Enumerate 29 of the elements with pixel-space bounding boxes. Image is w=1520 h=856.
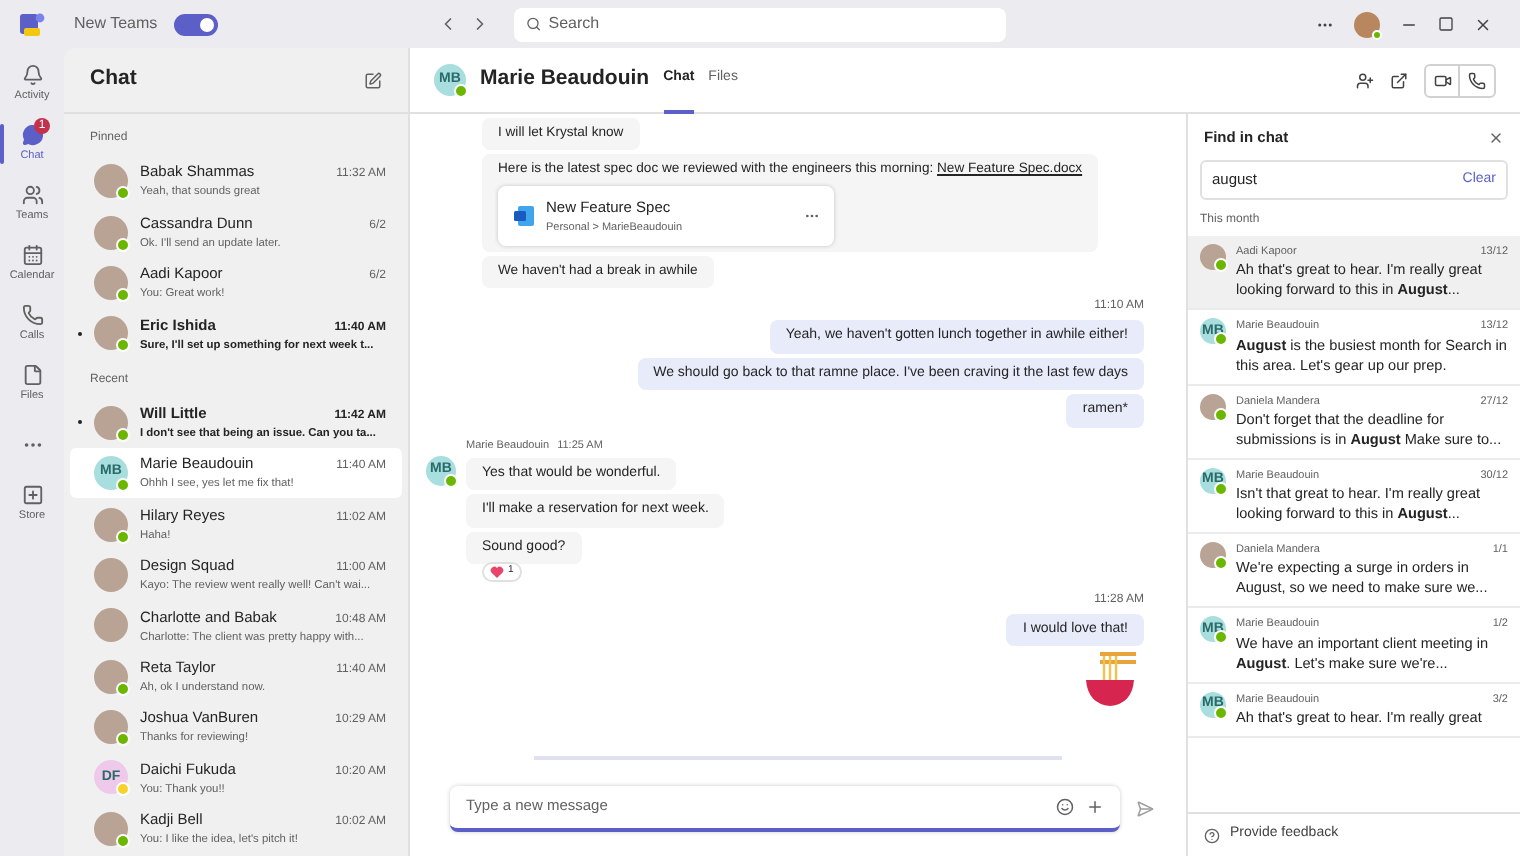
- phone-icon: [1468, 72, 1486, 90]
- search-field[interactable]: Search: [513, 7, 1006, 41]
- help-icon: [1204, 827, 1220, 843]
- send-icon[interactable]: [1136, 799, 1154, 817]
- conversation-title: Marie Beaudouin: [480, 64, 650, 95]
- emoji-icon[interactable]: [1056, 797, 1074, 815]
- close-icon[interactable]: [1488, 129, 1504, 145]
- calls-icon: [21, 303, 43, 326]
- search-icon: [525, 16, 541, 32]
- files-icon: [21, 363, 43, 386]
- chat-title: Chat: [90, 64, 137, 95]
- new-chat-icon[interactable]: [364, 71, 382, 89]
- store-icon: [21, 483, 43, 506]
- word-document-icon: [512, 204, 536, 229]
- plus-icon[interactable]: [1086, 797, 1104, 815]
- close-icon[interactable]: [1474, 15, 1492, 33]
- teams-icon: [21, 183, 43, 206]
- app-logo-icon: [18, 10, 46, 38]
- new-teams-toggle[interactable]: [173, 13, 218, 35]
- profile-avatar: [1354, 11, 1380, 37]
- new-teams-label: New Teams: [74, 12, 158, 36]
- pop-out-icon[interactable]: [1390, 72, 1408, 90]
- search-input[interactable]: Search: [548, 12, 994, 36]
- video-icon: [1433, 72, 1451, 90]
- calendar-icon: [21, 243, 43, 266]
- activity-icon: [21, 63, 43, 86]
- maximize-icon[interactable]: [1438, 16, 1454, 32]
- heart-icon: [490, 566, 504, 579]
- add-people-icon[interactable]: [1356, 72, 1374, 90]
